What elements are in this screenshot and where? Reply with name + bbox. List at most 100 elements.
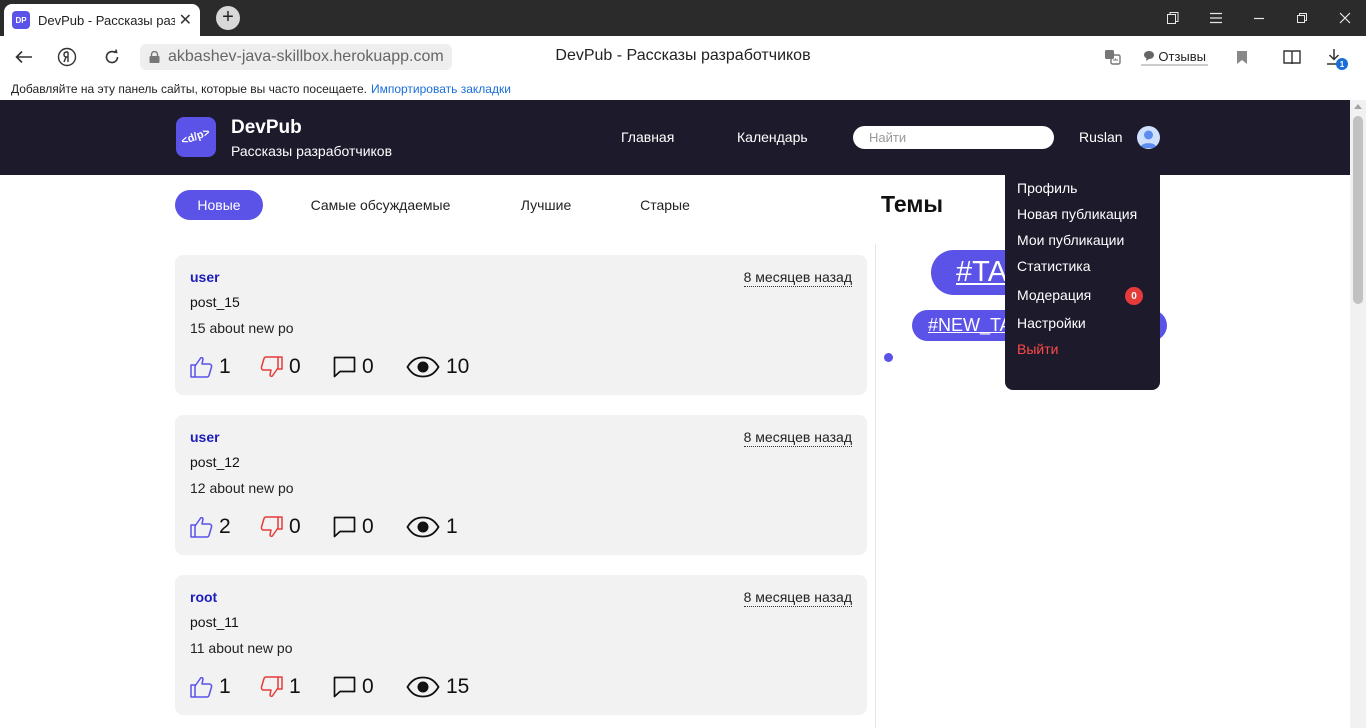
post-author[interactable]: user — [190, 269, 220, 285]
close-window-icon[interactable] — [1323, 0, 1366, 36]
menu-logout[interactable]: Выйти — [1017, 341, 1058, 357]
menu-settings[interactable]: Настройки — [1017, 315, 1086, 331]
menu-my-posts[interactable]: Мои публикации — [1017, 232, 1124, 248]
post-excerpt: 11 about new po — [190, 640, 293, 656]
post-card: user 8 месяцев назад post_12 12 about ne… — [175, 415, 867, 555]
menu-statistics[interactable]: Статистика — [1017, 258, 1091, 274]
avatar[interactable] — [1137, 126, 1160, 149]
like-count: 1 — [219, 355, 231, 378]
sidebar-title: Темы — [881, 191, 944, 217]
address-bar-actions: Отзывы 1 — [1095, 44, 1352, 70]
post-card: user 8 месяцев назад post_15 15 about ne… — [175, 255, 867, 395]
downloads-badge: 1 — [1336, 58, 1348, 70]
address-bar: akbashev-java-skillbox.herokuapp.com Dev… — [0, 36, 1366, 78]
lock-icon — [149, 51, 160, 63]
restore-icon[interactable] — [1280, 0, 1323, 36]
more-tags-icon[interactable] — [884, 353, 893, 362]
views-stat: 1 — [406, 515, 458, 539]
filter-new[interactable]: Новые — [175, 190, 263, 220]
post-stats: 1 0 0 10 — [190, 353, 469, 381]
url-text: akbashev-java-skillbox.herokuapp.com — [168, 48, 444, 65]
translate-icon[interactable] — [1095, 44, 1131, 70]
view-count: 10 — [446, 355, 470, 378]
downloads-icon[interactable]: 1 — [1316, 44, 1352, 70]
user-avatar-icon — [1140, 130, 1157, 148]
minimize-icon[interactable] — [1237, 0, 1280, 36]
comment-icon — [333, 676, 356, 698]
comment-count: 0 — [362, 515, 374, 538]
post-title[interactable]: post_12 — [190, 454, 240, 470]
logo-text: <d/p> — [180, 126, 212, 148]
post-title[interactable]: post_11 — [190, 614, 239, 630]
collections-icon[interactable] — [1151, 0, 1194, 36]
chat-bubble-icon — [1144, 51, 1155, 61]
views-stat: 15 — [406, 675, 469, 699]
comment-icon — [333, 356, 356, 378]
thumbs-up-icon — [190, 356, 213, 378]
bookmarks-bar: Добавляйте на эту панель сайты, которые … — [0, 78, 1366, 100]
comments-stat: 0 — [333, 515, 406, 539]
dislike-button[interactable]: 0 — [260, 355, 333, 379]
post-author[interactable]: user — [190, 429, 220, 445]
reviews-label: Отзывы — [1158, 48, 1206, 64]
nav-calendar[interactable]: Календарь — [737, 129, 808, 145]
view-count: 15 — [446, 675, 470, 698]
menu-profile[interactable]: Профиль — [1017, 180, 1077, 196]
like-button[interactable]: 1 — [190, 355, 260, 379]
post-card: root 8 месяцев назад post_11 11 about ne… — [175, 575, 867, 715]
thumbs-up-icon — [190, 516, 213, 538]
post-time: 8 месяцев назад — [743, 269, 852, 287]
filter-most-discussed[interactable]: Самые обсуждаемые — [300, 190, 461, 220]
moderation-count-badge: 0 — [1125, 287, 1143, 305]
comments-stat: 0 — [333, 355, 406, 379]
comments-stat: 0 — [333, 675, 406, 699]
browser-tab[interactable]: DP DevPub - Рассказы разработчиков ✕ — [4, 4, 200, 36]
import-bookmarks-link[interactable]: Импортировать закладки — [371, 82, 511, 96]
scrollbar-thumb[interactable] — [1353, 116, 1363, 304]
site-header: <d/p> DevPub Рассказы разработчиков Глав… — [0, 100, 1350, 175]
brand-tagline: Рассказы разработчиков — [231, 143, 393, 159]
filter-old[interactable]: Старые — [628, 190, 702, 220]
dislike-count: 1 — [289, 675, 301, 698]
url-field[interactable]: akbashev-java-skillbox.herokuapp.com — [140, 44, 452, 70]
browser-titlebar: DP DevPub - Рассказы разработчиков ✕ + — [0, 0, 1366, 36]
search-input[interactable] — [853, 126, 1054, 149]
close-icon[interactable]: ✕ — [179, 10, 192, 30]
dislike-button[interactable]: 0 — [260, 515, 333, 539]
eye-icon — [406, 676, 440, 698]
post-title[interactable]: post_15 — [190, 294, 240, 310]
filter-best[interactable]: Лучшие — [508, 190, 584, 220]
post-author[interactable]: root — [190, 589, 217, 605]
menu-icon[interactable] — [1194, 0, 1237, 36]
thumbs-up-icon — [190, 676, 213, 698]
yandex-icon[interactable] — [54, 44, 80, 70]
bookmark-icon[interactable] — [1224, 44, 1260, 70]
post-stats: 2 0 0 1 — [190, 513, 458, 541]
comment-icon — [333, 516, 356, 538]
nav-home[interactable]: Главная — [621, 129, 674, 145]
menu-moderation[interactable]: Модерация — [1017, 287, 1091, 303]
post-excerpt: 12 about new po — [190, 480, 294, 496]
reading-list-icon[interactable] — [1274, 44, 1310, 70]
brand-name[interactable]: DevPub — [231, 117, 302, 139]
like-button[interactable]: 1 — [190, 675, 260, 699]
user-name[interactable]: Ruslan — [1079, 129, 1123, 145]
like-button[interactable]: 2 — [190, 515, 260, 539]
new-tab-button[interactable]: + — [216, 6, 240, 30]
reviews-button[interactable]: Отзывы — [1141, 49, 1208, 66]
dislike-button[interactable]: 1 — [260, 675, 333, 699]
menu-new-post[interactable]: Новая публикация — [1017, 206, 1137, 222]
user-menu-dropdown: Профиль Новая публикация Мои публикации … — [1005, 175, 1160, 390]
bookmarks-hint: Добавляйте на эту панель сайты, которые … — [11, 82, 367, 96]
tab-favicon-icon: DP — [12, 11, 30, 29]
comment-count: 0 — [362, 675, 374, 698]
thumbs-down-icon — [260, 676, 283, 698]
tab-title: DevPub - Рассказы разработчиков — [38, 12, 175, 28]
back-icon[interactable] — [11, 44, 37, 70]
site-logo[interactable]: <d/p> — [176, 117, 216, 157]
thumbs-down-icon — [260, 516, 283, 538]
scroll-up-icon[interactable] — [1354, 104, 1362, 109]
post-excerpt: 15 about new po — [190, 320, 294, 336]
reload-icon[interactable] — [99, 44, 125, 70]
page-scrollbar[interactable] — [1350, 100, 1366, 728]
